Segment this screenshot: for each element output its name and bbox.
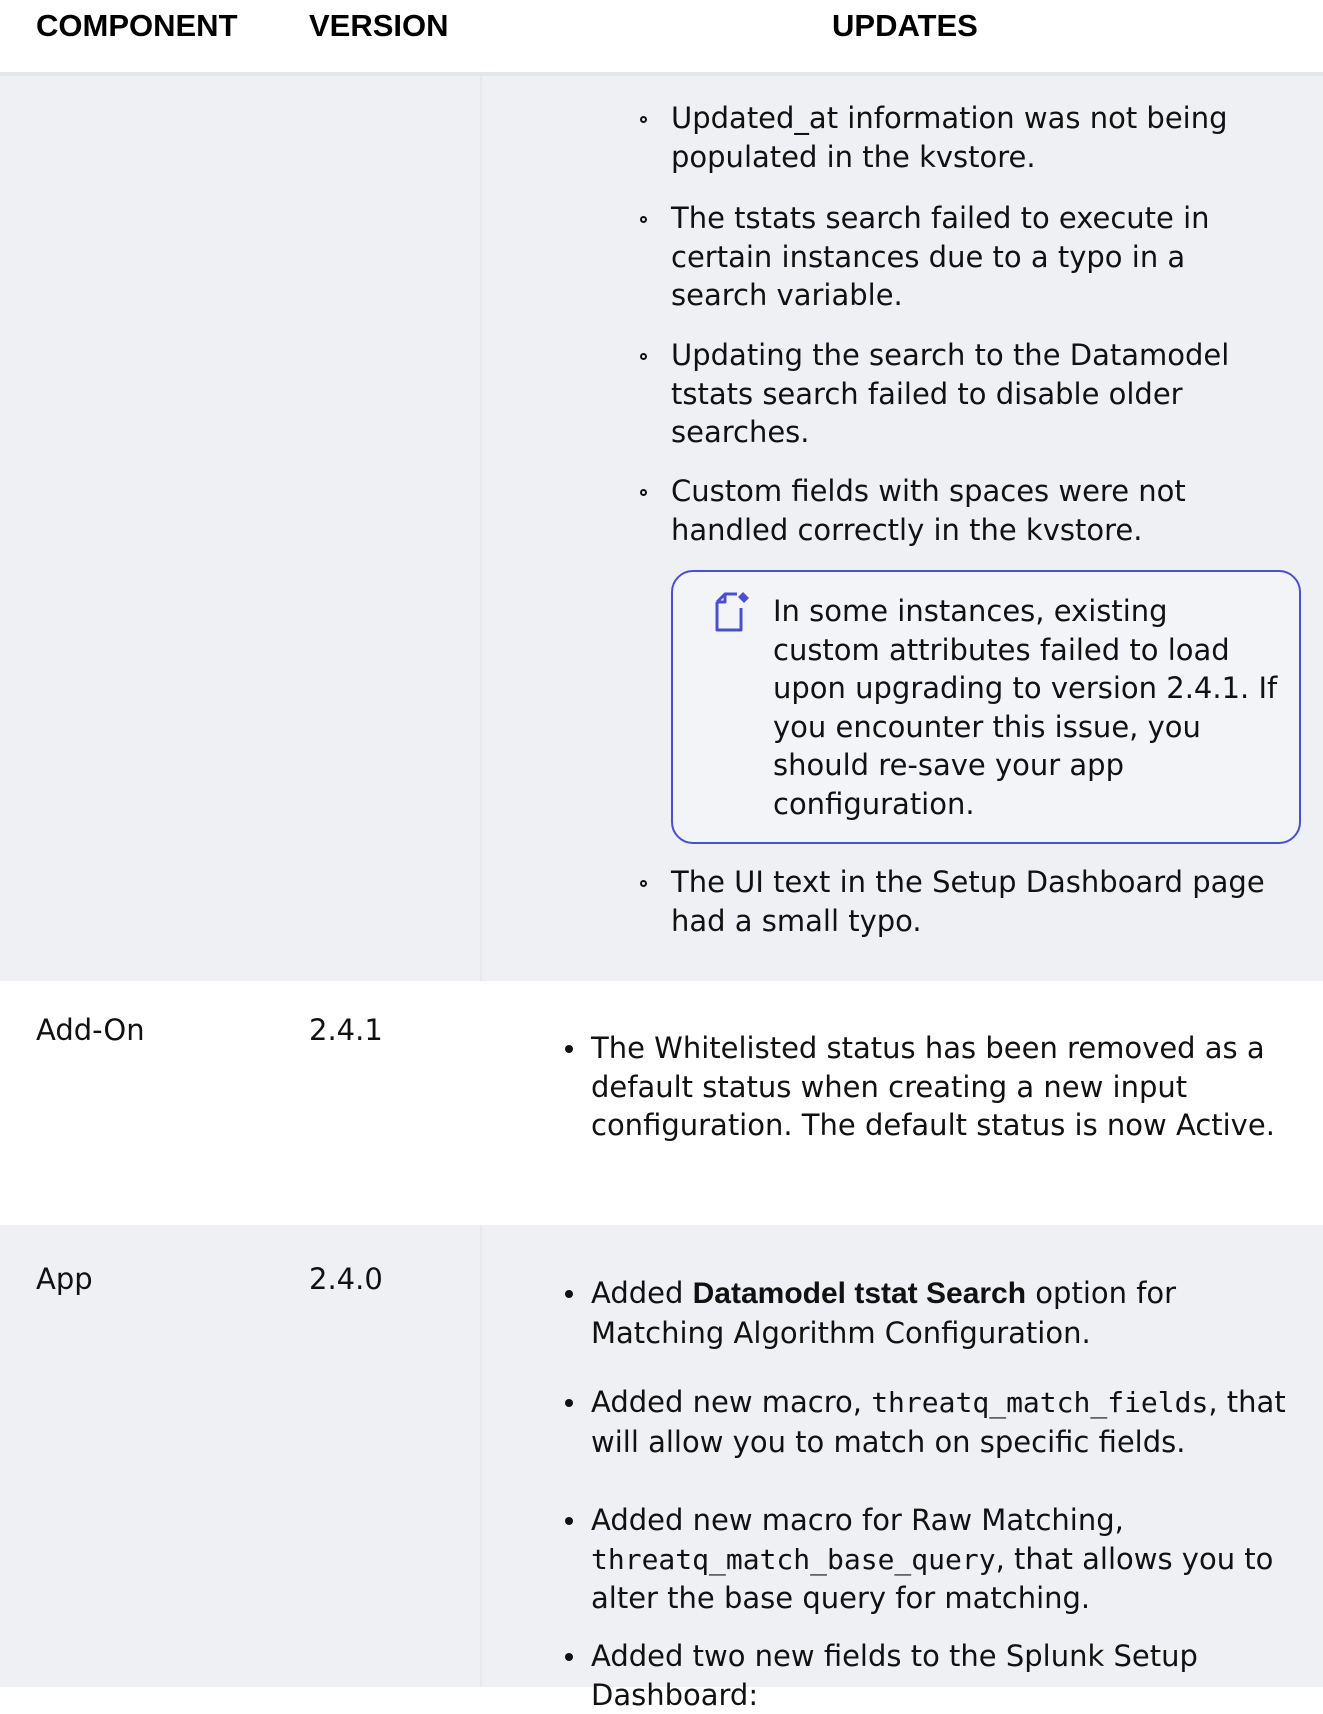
list-item: Added two new fields to the Splunk Setup… bbox=[565, 1637, 1231, 1714]
list-item: Added Datamodel tstat Search option for … bbox=[565, 1274, 1231, 1352]
text-segment: Added bbox=[591, 1276, 693, 1310]
column-divider bbox=[480, 76, 482, 981]
text-segment: Added new macro for Raw Matching, bbox=[591, 1503, 1124, 1537]
table-header: COMPONENT VERSION UPDATES bbox=[0, 0, 1323, 76]
component-cell: App bbox=[36, 1262, 93, 1296]
component-cell: Add-On bbox=[36, 1013, 145, 1047]
circle-bullet-icon bbox=[640, 116, 647, 123]
list-item-text: The tstats search failed to execute in c… bbox=[671, 201, 1210, 312]
note-pencil-icon bbox=[715, 592, 749, 632]
column-header-version: VERSION bbox=[309, 8, 449, 43]
list-item: The Whitelisted status has been removed … bbox=[565, 1029, 1301, 1145]
list-item: Added new macro for Raw Matching, threat… bbox=[565, 1501, 1301, 1618]
list-item-text: Custom fields with spaces were not handl… bbox=[671, 474, 1186, 547]
version-cell: 2.4.0 bbox=[309, 1262, 383, 1296]
list-item-text: Updated_at information was not being pop… bbox=[671, 101, 1228, 174]
list-item-text: The UI text in the Setup Dashboard page … bbox=[671, 865, 1265, 938]
note-callout: In some instances, existing custom attri… bbox=[671, 570, 1301, 844]
list-item: The UI text in the Setup Dashboard page … bbox=[640, 863, 1291, 940]
table-row: App 2.4.0 Added Datamodel tstat Search o… bbox=[0, 1225, 1323, 1712]
list-item-text: Updating the search to the Datamodel tst… bbox=[671, 338, 1230, 449]
text-segment: Added new macro, bbox=[591, 1385, 872, 1419]
bold-option-name: Datamodel tstat Search bbox=[692, 1277, 1027, 1310]
list-item: Updating the search to the Datamodel tst… bbox=[640, 336, 1281, 452]
column-header-component: COMPONENT bbox=[36, 8, 238, 43]
macro-code: threatq_match_fields bbox=[871, 1386, 1209, 1419]
list-item-text: Added two new fields to the Splunk Setup… bbox=[591, 1639, 1198, 1712]
list-item: The tstats search failed to execute in c… bbox=[640, 199, 1271, 315]
circle-bullet-icon bbox=[640, 489, 647, 496]
list-item: Custom fields with spaces were not handl… bbox=[640, 472, 1281, 549]
bullet-icon bbox=[565, 1517, 573, 1525]
circle-bullet-icon bbox=[640, 216, 647, 223]
list-item-text: The Whitelisted status has been removed … bbox=[591, 1031, 1275, 1142]
list-item: Added new macro, threatq_match_fields, t… bbox=[565, 1383, 1301, 1461]
circle-bullet-icon bbox=[640, 880, 647, 887]
list-item: Updated_at information was not being pop… bbox=[640, 99, 1271, 176]
version-cell: 2.4.1 bbox=[309, 1013, 383, 1047]
macro-code: threatq_match_base_query bbox=[591, 1542, 996, 1576]
note-text: In some instances, existing custom attri… bbox=[773, 594, 1278, 821]
table-row: Updated_at information was not being pop… bbox=[0, 76, 1323, 981]
column-divider bbox=[480, 1225, 482, 1687]
circle-bullet-icon bbox=[640, 353, 647, 360]
bullet-icon bbox=[565, 1290, 573, 1298]
table-row: Add-On 2.4.1 The Whitelisted status has … bbox=[0, 981, 1323, 1225]
column-header-updates: UPDATES bbox=[832, 8, 978, 43]
bullet-icon bbox=[565, 1045, 573, 1053]
bullet-icon bbox=[565, 1653, 573, 1661]
bullet-icon bbox=[565, 1399, 573, 1407]
